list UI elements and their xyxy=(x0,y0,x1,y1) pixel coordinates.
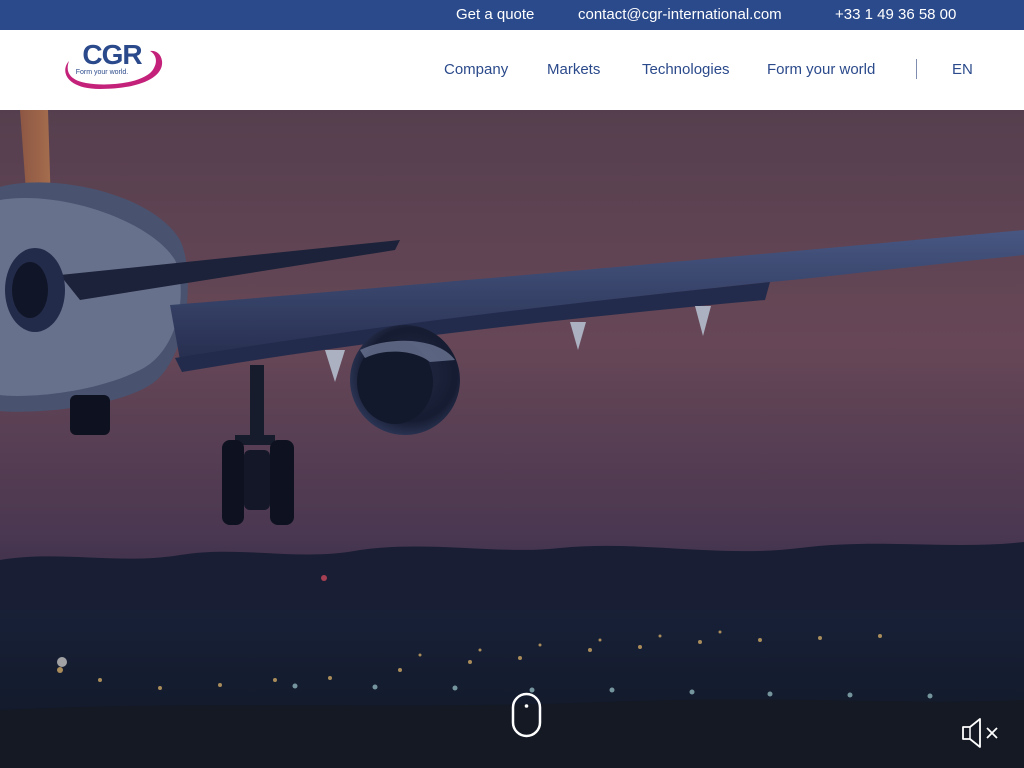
nav-form-your-world[interactable]: Form your world xyxy=(767,61,875,78)
top-utility-bar: Get a quote contact@cgr-international.co… xyxy=(0,0,1024,30)
main-header: CGR Form your world. Company Markets Tec… xyxy=(0,30,1024,110)
hero-video-banner xyxy=(0,110,1024,768)
logo-brand: CGR xyxy=(82,39,142,70)
get-a-quote-link[interactable]: Get a quote xyxy=(456,0,534,30)
contact-phone-link[interactable]: +33 1 49 36 58 00 xyxy=(835,0,956,30)
nav-divider xyxy=(916,59,917,79)
language-switcher[interactable]: EN xyxy=(952,61,973,78)
nav-technologies[interactable]: Technologies xyxy=(642,61,730,78)
speaker-muted-icon[interactable] xyxy=(960,716,1002,750)
logo-tagline: Form your world. xyxy=(76,69,129,76)
nav-company[interactable]: Company xyxy=(444,61,508,78)
cgr-logo-graphic: CGR Form your world. xyxy=(65,39,163,89)
mouse-scroll-icon[interactable] xyxy=(511,692,542,738)
cgr-logo[interactable]: CGR Form your world. xyxy=(60,39,166,93)
nav-markets[interactable]: Markets xyxy=(547,61,600,78)
hero-airplane-landing-image xyxy=(0,110,1024,768)
contact-email-link[interactable]: contact@cgr-international.com xyxy=(578,0,782,30)
